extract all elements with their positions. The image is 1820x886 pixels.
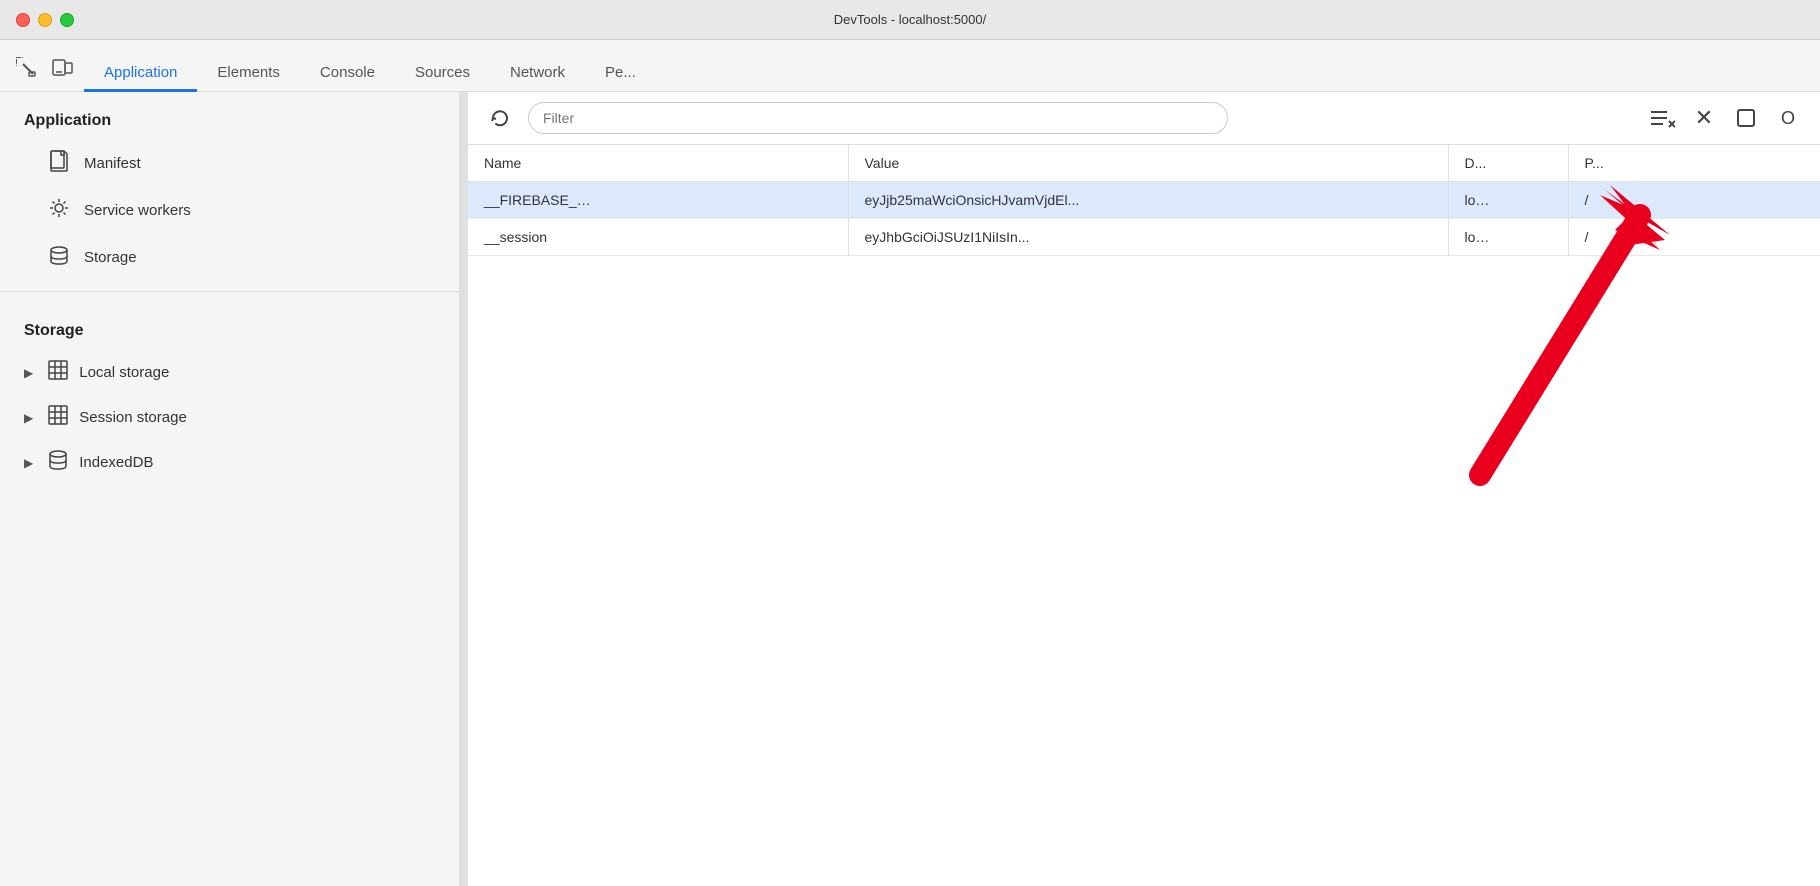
cell-value: eyJjb25maWciOnsicHJvamVjdEl... xyxy=(848,182,1448,219)
manifest-icon xyxy=(48,150,70,177)
filter-input-wrap xyxy=(528,102,1228,134)
storage-icon xyxy=(48,244,70,271)
main-content: Application Manifest Service workers xyxy=(0,92,1820,886)
window-title: DevTools - localhost:5000/ xyxy=(834,12,986,27)
cell-path: / xyxy=(1568,182,1820,219)
col-header-path: P... xyxy=(1568,145,1820,182)
content-toolbar: ✕ O xyxy=(468,92,1820,145)
only-button[interactable]: O xyxy=(1772,102,1804,134)
table-row[interactable]: __session eyJhbGciOiJSUzI1NiIsIn... lo… … xyxy=(468,219,1820,256)
sidebar-divider-1 xyxy=(0,291,459,292)
cell-name: __FIREBASE_… xyxy=(468,182,848,219)
manifest-label: Manifest xyxy=(84,155,141,172)
device-toggle-icon[interactable] xyxy=(48,53,76,81)
tab-network[interactable]: Network xyxy=(490,56,585,92)
cell-domain: lo… xyxy=(1448,219,1568,256)
col-header-name: Name xyxy=(468,145,848,182)
tab-bar: Application Elements Console Sources Net… xyxy=(0,40,1820,92)
session-storage-icon xyxy=(47,405,69,430)
table-header-row: Name Value D... P... xyxy=(468,145,1820,182)
tab-elements[interactable]: Elements xyxy=(197,56,300,92)
indexeddb-label: IndexedDB xyxy=(79,454,153,471)
local-storage-icon xyxy=(47,360,69,385)
content-panel: ✕ O Name Value D... P... xyxy=(468,92,1820,886)
checkbox-button[interactable] xyxy=(1730,102,1762,134)
traffic-lights xyxy=(16,13,74,27)
cookies-table: Name Value D... P... __FIREBASE_… eyJjb2… xyxy=(468,145,1820,256)
maximize-button[interactable] xyxy=(60,13,74,27)
sidebar-item-session-storage[interactable]: ▶ Session storage xyxy=(0,395,459,440)
storage-section-title: Storage xyxy=(0,302,459,350)
table-row[interactable]: __FIREBASE_… eyJjb25maWciOnsicHJvamVjdEl… xyxy=(468,182,1820,219)
tab-application[interactable]: Application xyxy=(84,56,197,92)
sidebar: Application Manifest Service workers xyxy=(0,92,460,886)
minimize-button[interactable] xyxy=(38,13,52,27)
local-storage-label: Local storage xyxy=(79,364,169,381)
sidebar-item-storage[interactable]: Storage xyxy=(0,234,459,281)
indexeddb-icon xyxy=(47,450,69,475)
local-storage-arrow-icon: ▶ xyxy=(24,366,33,380)
cookies-table-wrap: Name Value D... P... __FIREBASE_… eyJjb2… xyxy=(468,145,1820,886)
sidebar-item-indexeddb[interactable]: ▶ IndexedDB xyxy=(0,440,459,485)
clear-all-button[interactable] xyxy=(1646,102,1678,134)
refresh-button[interactable] xyxy=(484,102,516,134)
close-button[interactable]: ✕ xyxy=(1688,102,1720,134)
tab-sources[interactable]: Sources xyxy=(395,56,490,92)
cell-path: / xyxy=(1568,219,1820,256)
indexeddb-arrow-icon: ▶ xyxy=(24,456,33,470)
cell-name: __session xyxy=(468,219,848,256)
sidebar-splitter[interactable] xyxy=(460,92,468,886)
close-button[interactable] xyxy=(16,13,30,27)
sidebar-item-service-workers[interactable]: Service workers xyxy=(0,187,459,234)
storage-label: Storage xyxy=(84,249,137,266)
application-section-title: Application xyxy=(0,92,459,140)
service-workers-icon xyxy=(48,197,70,224)
sidebar-item-local-storage[interactable]: ▶ Local storage xyxy=(0,350,459,395)
title-bar: DevTools - localhost:5000/ xyxy=(0,0,1820,40)
col-header-value: Value xyxy=(848,145,1448,182)
inspector-icon[interactable] xyxy=(12,53,40,81)
cell-value: eyJhbGciOiJSUzI1NiIsIn... xyxy=(848,219,1448,256)
tab-performance[interactable]: Pe... xyxy=(585,56,656,92)
sidebar-item-manifest[interactable]: Manifest xyxy=(0,140,459,187)
devtools-icons xyxy=(12,53,76,91)
toolbar-actions: ✕ O xyxy=(1646,102,1804,134)
tab-console[interactable]: Console xyxy=(300,56,395,92)
filter-input[interactable] xyxy=(528,102,1228,134)
session-storage-arrow-icon: ▶ xyxy=(24,411,33,425)
col-header-domain: D... xyxy=(1448,145,1568,182)
cell-domain: lo… xyxy=(1448,182,1568,219)
service-workers-label: Service workers xyxy=(84,202,191,219)
session-storage-label: Session storage xyxy=(79,409,187,426)
